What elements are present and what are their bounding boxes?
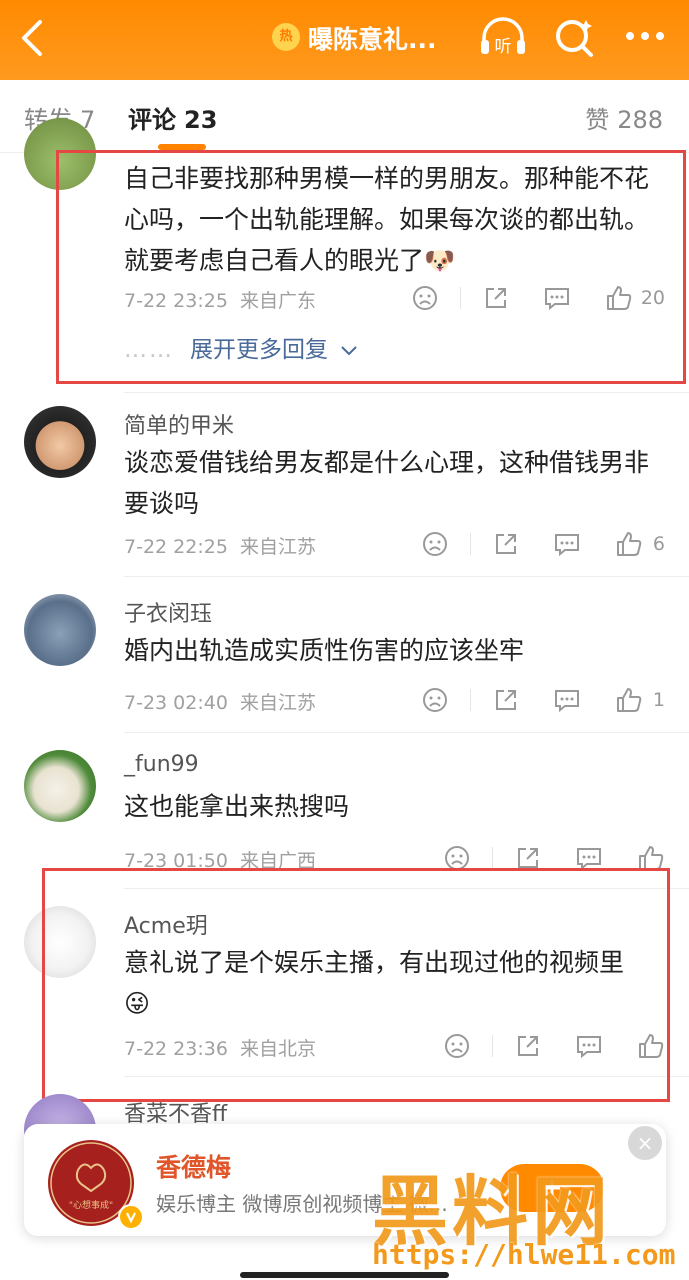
comment-actions: 6 — [422, 528, 665, 560]
reply-button[interactable] — [553, 687, 581, 713]
reply-button[interactable] — [553, 531, 581, 557]
divider — [492, 847, 493, 869]
divider — [469, 689, 471, 711]
like-button[interactable]: 1 — [615, 686, 665, 714]
listen-label: 听 — [495, 37, 512, 57]
comment-text: 婚内出轨造成实质性伤害的应该坐牢 — [124, 636, 525, 665]
listen-button[interactable]: 听 — [478, 14, 528, 62]
comment-location: 来自江苏 — [240, 692, 317, 714]
highlight-box — [56, 150, 686, 384]
hot-badge-icon: 热 — [272, 23, 300, 51]
comment-meta: 7-23 02:40 来自江苏 — [124, 688, 316, 715]
back-icon[interactable] — [18, 16, 48, 60]
verified-badge-icon — [118, 1204, 144, 1230]
watermark-logo: 黑料网 — [372, 1167, 612, 1256]
avatar[interactable] — [24, 406, 96, 478]
share-button[interactable] — [493, 531, 519, 557]
home-indicator[interactable] — [240, 1272, 449, 1278]
divider — [124, 392, 689, 393]
comment-location: 来自江苏 — [240, 536, 317, 558]
username[interactable]: _fun99 — [124, 752, 199, 777]
watermark-url: https://hlwe11.com — [372, 1238, 676, 1271]
comment-text: 这也能拿出来热搜吗 — [124, 792, 350, 821]
top-bar: 热 曝陈意礼... 听 — [0, 0, 689, 80]
like-count: 6 — [652, 533, 665, 555]
sad-face-icon — [422, 688, 447, 712]
comment-actions: 1 — [422, 684, 665, 716]
dislike-button[interactable] — [422, 687, 448, 713]
logo-text: "心想事成" — [69, 1199, 113, 1211]
page-title[interactable]: 曝陈意礼... — [308, 20, 437, 56]
divider — [469, 533, 471, 555]
comment-meta: 7-22 22:25 来自江苏 — [124, 532, 316, 559]
comment-time: 7-23 02:40 — [124, 692, 228, 714]
avatar[interactable] — [24, 594, 96, 666]
more-icon[interactable] — [622, 16, 668, 56]
tab-like-count: 288 — [617, 106, 663, 134]
tab-comment-count: 23 — [184, 106, 218, 134]
divider — [124, 576, 689, 577]
tab-bar: 转发7 评论23 赞288 — [0, 80, 689, 152]
username[interactable]: 简单的甲米 — [124, 408, 234, 440]
share-icon — [495, 534, 516, 554]
tab-like-label: 赞 — [585, 106, 610, 134]
divider — [124, 732, 689, 733]
username[interactable]: 子衣闵珏 — [124, 596, 212, 628]
comment-text: 谈恋爱借钱给男友都是什么心理，这种借钱男非要谈吗 — [124, 448, 650, 518]
sad-face-icon — [422, 532, 447, 556]
comment-icon — [554, 690, 579, 713]
like-button[interactable]: 6 — [615, 530, 665, 558]
share-icon — [495, 690, 516, 710]
tab-comment[interactable]: 评论 23 — [128, 100, 217, 135]
avatar[interactable] — [24, 750, 96, 822]
comment-icon — [554, 534, 579, 557]
comment-time: 7-22 22:25 — [124, 536, 228, 558]
recommended-user-name[interactable]: 香德梅 — [156, 1148, 231, 1184]
highlight-box — [42, 868, 670, 1102]
search-icon[interactable] — [552, 14, 596, 62]
thumbs-up-icon — [616, 532, 642, 556]
tab-like[interactable]: 赞 288 — [585, 100, 663, 135]
share-button[interactable] — [493, 687, 519, 713]
like-count: 1 — [652, 689, 665, 711]
dislike-button[interactable] — [422, 531, 448, 557]
tab-comment-label: 评论 — [128, 106, 176, 134]
thumbs-up-icon — [616, 688, 642, 712]
